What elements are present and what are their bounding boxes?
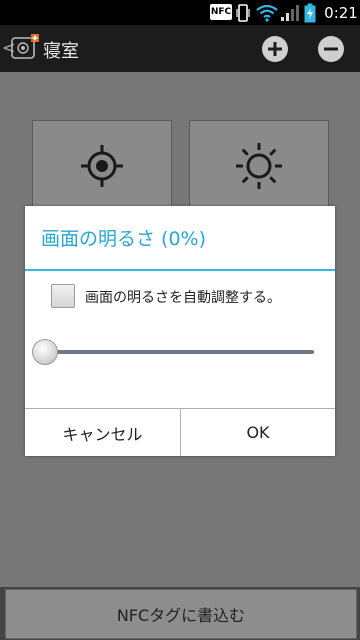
bottom-bar: NFCタグに書込む: [0, 587, 360, 640]
remove-icon: [318, 36, 344, 62]
signal-icon: [280, 0, 300, 25]
page-title: 寝室: [43, 41, 79, 62]
vibrate-icon: [236, 0, 250, 25]
wifi-icon: [256, 0, 278, 25]
location-target-icon: [81, 145, 123, 187]
battery-charging-icon: [304, 0, 316, 25]
status-bar: NFC 0:21: [0, 0, 360, 25]
auto-brightness-label[interactable]: 画面の明るさを自動調整する。: [85, 287, 281, 307]
nfc-icon: NFC: [210, 4, 232, 20]
add-button[interactable]: [261, 35, 289, 63]
auto-brightness-checkbox[interactable]: [51, 284, 75, 308]
add-icon: [262, 36, 288, 62]
brightness-sun-icon: [236, 143, 282, 189]
remove-button[interactable]: [317, 35, 345, 63]
dialog-title: 画面の明るさ (0%): [41, 228, 207, 250]
status-clock: 0:21: [324, 3, 358, 22]
write-nfc-tag-button[interactable]: NFCタグに書込む: [5, 589, 357, 639]
title-divider: [25, 269, 335, 271]
brightness-slider-track[interactable]: [45, 350, 314, 354]
ok-button[interactable]: OK: [181, 409, 335, 456]
brightness-slider-thumb[interactable]: [32, 339, 58, 365]
action-bar: < 寝室: [0, 25, 360, 72]
brightness-dialog: 画面の明るさ (0%) 画面の明るさを自動調整する。 キャンセル OK: [25, 206, 335, 456]
cancel-button[interactable]: キャンセル: [25, 409, 180, 456]
nfc-app-icon[interactable]: [10, 33, 40, 63]
